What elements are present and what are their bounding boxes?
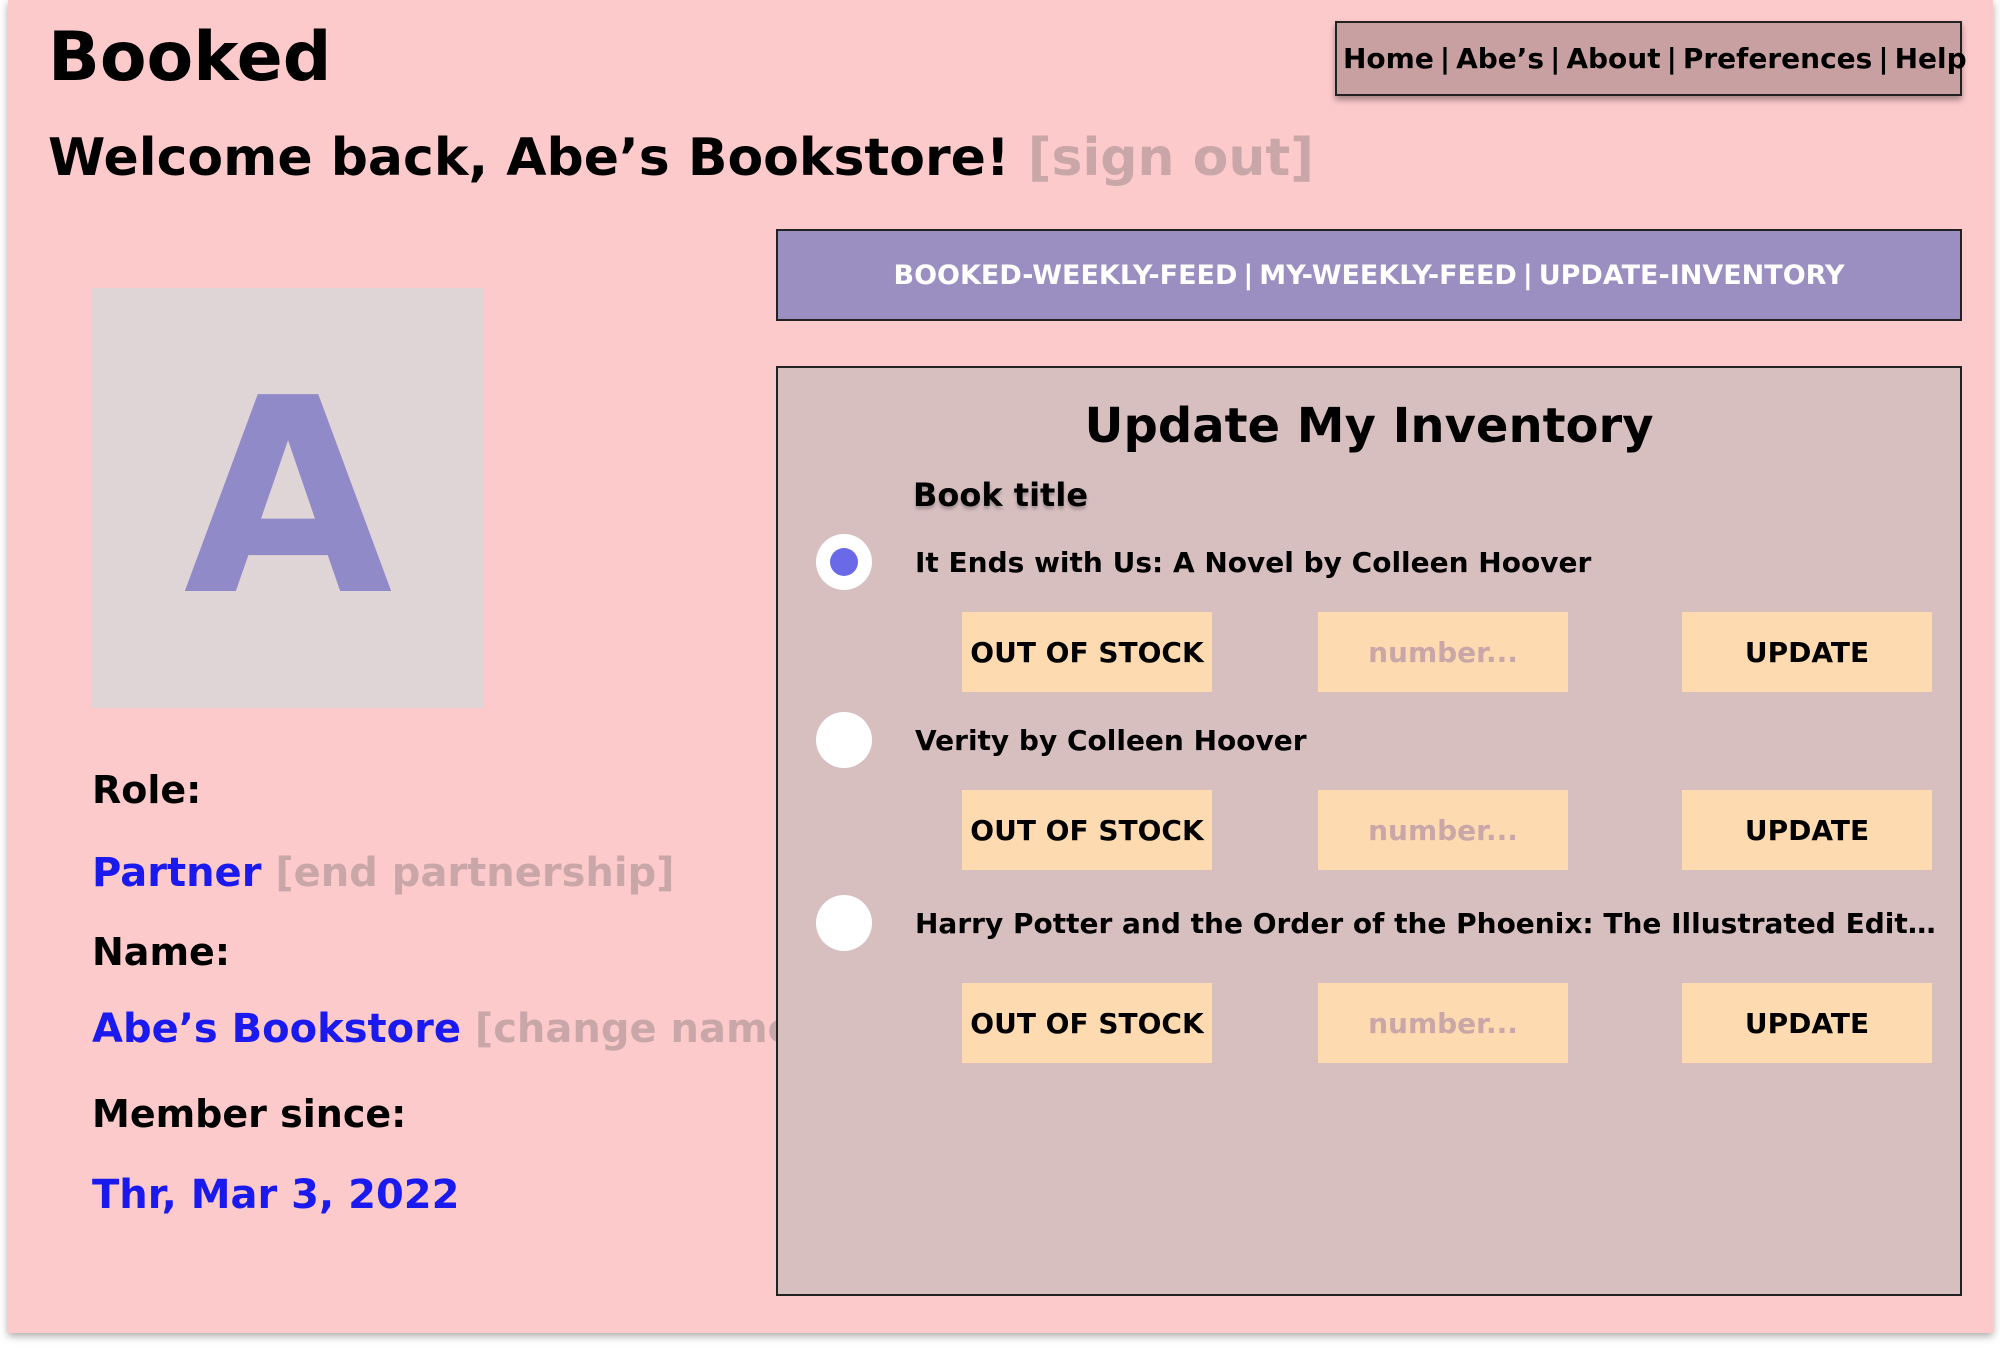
nav-separator: | <box>1878 42 1889 75</box>
role-row: Partner [end partnership] <box>92 850 675 896</box>
tab-separator: | <box>1522 259 1533 291</box>
nav-abes[interactable]: Abe’s <box>1456 42 1544 75</box>
nav-separator: | <box>1666 42 1677 75</box>
change-name-link[interactable]: [change name] <box>475 1006 813 1052</box>
nav-home[interactable]: Home <box>1343 42 1434 75</box>
book-title: Harry Potter and the Order of the Phoeni… <box>915 907 1945 940</box>
name-row: Abe’s Bookstore [change name] <box>92 1006 813 1052</box>
role-value: Partner <box>92 850 262 896</box>
name-value: Abe’s Bookstore <box>92 1006 461 1052</box>
quantity-input[interactable] <box>1318 790 1568 870</box>
book-title: Verity by Colleen Hoover <box>915 724 1307 757</box>
tab-my-weekly-feed[interactable]: MY-WEEKLY-FEED <box>1259 260 1517 291</box>
app-frame: Booked Welcome back, Abe’s Bookstore! [s… <box>8 0 1993 1333</box>
quantity-input[interactable] <box>1318 612 1568 692</box>
nav-separator: | <box>1439 42 1451 75</box>
inventory-row: It Ends with Us: A Novel by Colleen Hoov… <box>778 534 1960 714</box>
avatar-letter: A <box>183 340 393 655</box>
end-partnership-link[interactable]: [end partnership] <box>275 850 674 896</box>
top-nav: Home | Abe’s | About | Preferences | Hel… <box>1335 21 1967 96</box>
tab-update-inventory[interactable]: UPDATE-INVENTORY <box>1539 260 1845 291</box>
member-since-value: Thr, Mar 3, 2022 <box>92 1172 460 1218</box>
role-label: Role: <box>92 768 202 812</box>
inventory-panel: Update My Inventory Book title It Ends w… <box>776 366 1962 1296</box>
book-select-radio[interactable] <box>816 712 872 768</box>
nav-separator: | <box>1550 42 1561 75</box>
name-label: Name: <box>92 930 231 974</box>
welcome-greeting: Welcome back, Abe’s Bookstore! <box>48 128 1010 188</box>
radio-selected-dot <box>830 548 858 576</box>
update-button[interactable]: UPDATE <box>1682 983 1932 1063</box>
tab-separator: | <box>1243 259 1254 291</box>
update-button[interactable]: UPDATE <box>1682 612 1932 692</box>
nav-preferences[interactable]: Preferences <box>1683 42 1872 75</box>
tab-booked-weekly-feed[interactable]: BOOKED-WEEKLY-FEED <box>893 260 1237 291</box>
avatar: A <box>92 288 484 708</box>
quantity-input[interactable] <box>1318 983 1568 1063</box>
nav-help[interactable]: Help <box>1895 42 1967 75</box>
book-title: It Ends with Us: A Novel by Colleen Hoov… <box>915 546 1592 579</box>
book-title-column-header: Book title <box>913 476 1089 514</box>
book-select-radio[interactable] <box>816 895 872 951</box>
out-of-stock-button[interactable]: OUT OF STOCK <box>962 983 1212 1063</box>
nav-about[interactable]: About <box>1566 42 1660 75</box>
inventory-row: Harry Potter and the Order of the Phoeni… <box>778 895 1960 1075</box>
out-of-stock-button[interactable]: OUT OF STOCK <box>962 612 1212 692</box>
app-title: Booked <box>48 18 332 97</box>
update-button[interactable]: UPDATE <box>1682 790 1932 870</box>
member-since-label: Member since: <box>92 1092 407 1136</box>
book-select-radio[interactable] <box>816 534 872 590</box>
feed-tab-bar: BOOKED-WEEKLY-FEED | MY-WEEKLY-FEED | UP… <box>776 229 1962 321</box>
out-of-stock-button[interactable]: OUT OF STOCK <box>962 790 1212 870</box>
inventory-row: Verity by Colleen Hoover OUT OF STOCK UP… <box>778 712 1960 892</box>
sign-out-link[interactable]: [sign out] <box>1028 128 1314 188</box>
inventory-title: Update My Inventory <box>1084 398 1654 454</box>
welcome-heading: Welcome back, Abe’s Bookstore! [sign out… <box>48 128 1314 188</box>
